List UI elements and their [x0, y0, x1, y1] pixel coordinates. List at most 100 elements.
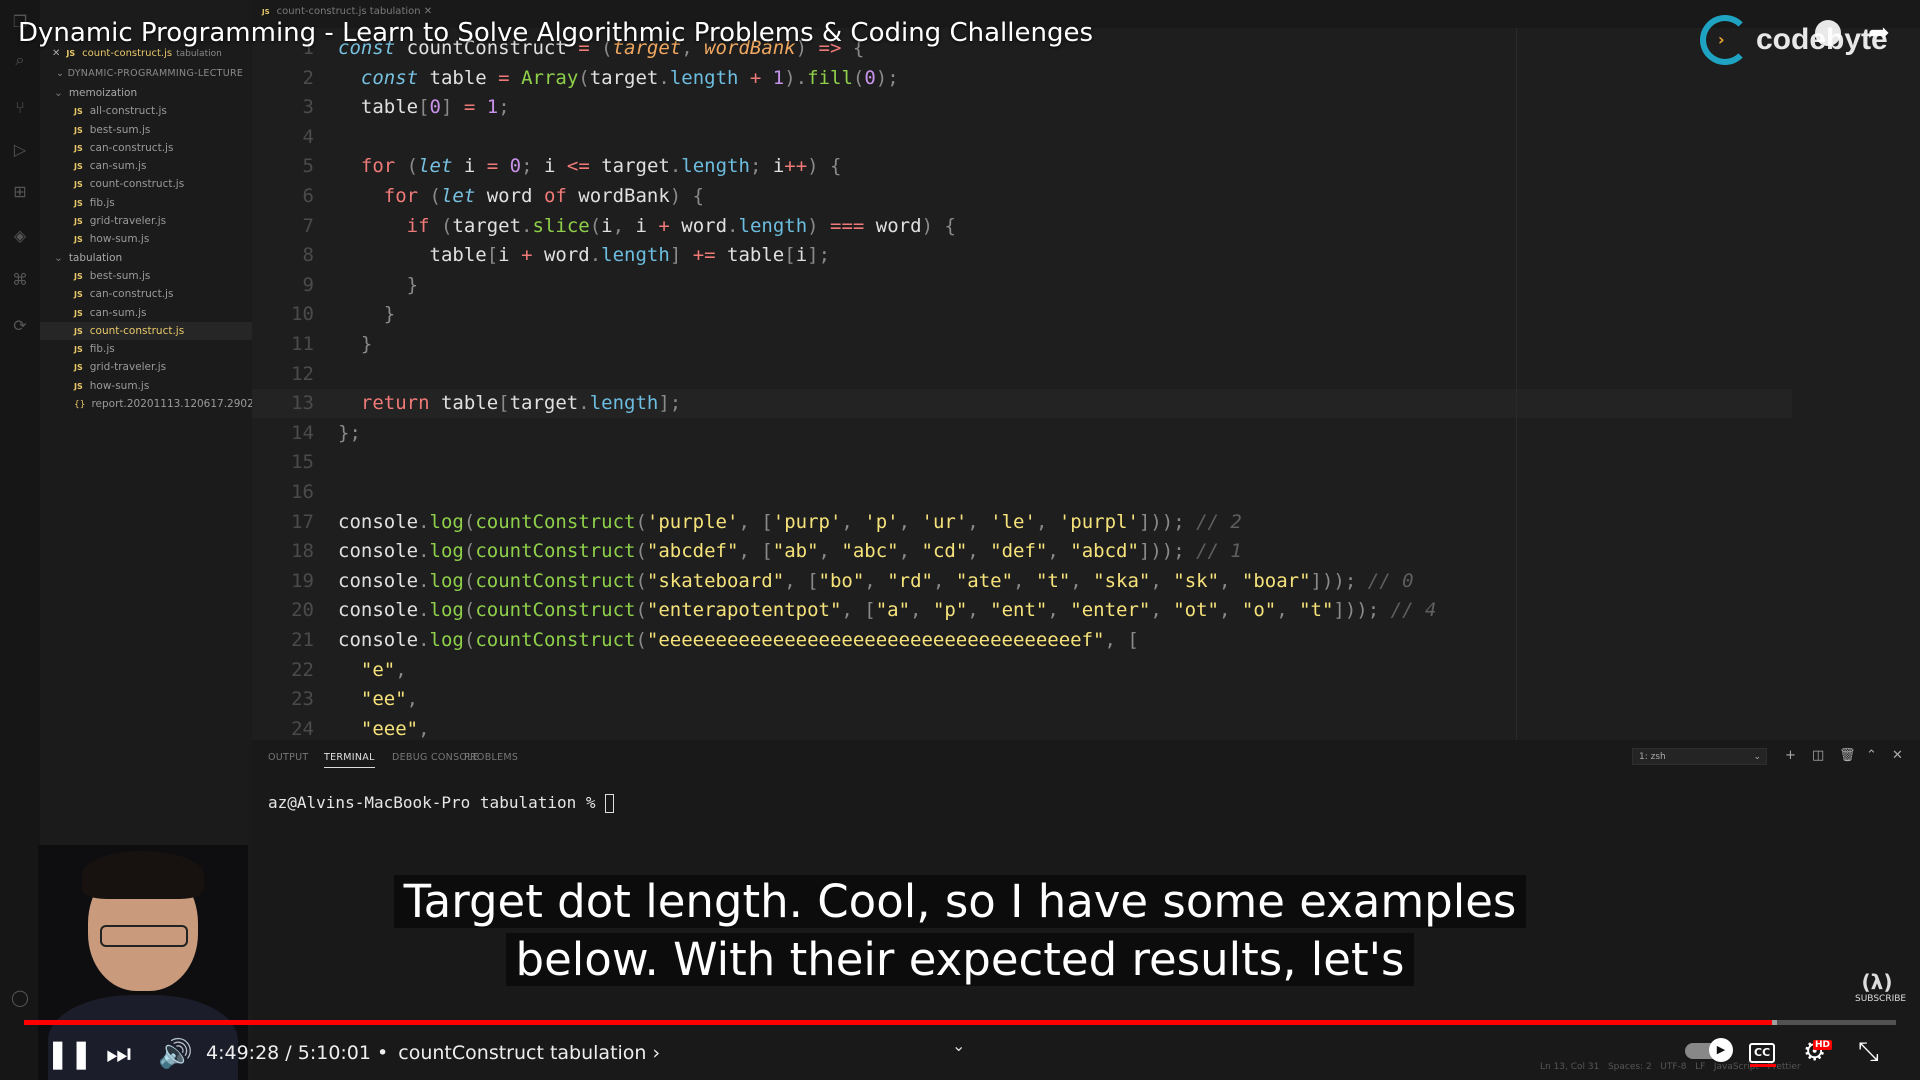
code-token: ,: [1150, 569, 1174, 592]
code-token: (: [463, 569, 476, 592]
tree-file[interactable]: JS count-construct.js: [40, 321, 252, 341]
chevron-down-icon[interactable]: ⌄: [952, 1036, 965, 1055]
code-editor[interactable]: 1 const countConstruct = (target, wordBan…: [252, 28, 1920, 740]
extensions-icon[interactable]: ⊞: [10, 182, 30, 202]
code-line[interactable]: 10 }: [252, 300, 1792, 329]
code-token: target: [452, 214, 522, 237]
code-line[interactable]: 23 "ee",: [252, 685, 1792, 714]
tree-folder[interactable]: tabulation: [40, 249, 252, 267]
code-token: target: [601, 155, 670, 178]
code-token: console: [338, 510, 419, 533]
tree-file[interactable]: JS can-sum.js: [40, 304, 252, 322]
code-line[interactable]: 21 console.log(countConstruct("eeeeeeeeee…: [252, 626, 1792, 655]
run-debug-icon[interactable]: ▷: [10, 140, 30, 160]
tree-file[interactable]: JS all-construct.js: [40, 102, 252, 120]
channel-brand[interactable]: › codebyte: [1700, 12, 1888, 68]
code-token: "ent": [990, 599, 1048, 622]
code-line[interactable]: 15: [252, 448, 1792, 477]
code-line[interactable]: 4: [252, 123, 1792, 152]
code-line[interactable]: 9 }: [252, 271, 1792, 300]
tree-file[interactable]: JS grid-traveler.js: [40, 212, 252, 230]
share-icon[interactable]: ➦: [1868, 18, 1890, 48]
trash-icon[interactable]: 🗑: [1839, 748, 1856, 763]
code-line[interactable]: 17 console.log(countConstruct('purple', […: [252, 508, 1792, 537]
docker-icon[interactable]: ◈: [10, 226, 30, 246]
code-token: }: [338, 333, 373, 355]
panel-tab-terminal[interactable]: TERMINAL: [324, 752, 375, 768]
code-token: i: [543, 155, 567, 178]
code-token: (: [635, 569, 647, 592]
code-line[interactable]: 2 const table = Array(target.length + 1)…: [252, 64, 1792, 93]
code-token: for: [338, 155, 407, 178]
code-line[interactable]: 18 console.log(countConstruct("abcdef", […: [252, 537, 1792, 566]
tree-file[interactable]: JS how-sum.js: [40, 230, 252, 248]
js-file-icon: JS: [74, 107, 83, 117]
tree-file[interactable]: JS best-sum.js: [40, 121, 252, 139]
code-token: (: [463, 540, 476, 563]
tree-file[interactable]: JS count-construct.js: [40, 175, 252, 193]
split-terminal-icon[interactable]: ◫: [1812, 748, 1824, 763]
pause-icon[interactable]: ❚❚: [46, 1038, 93, 1070]
open-editor-item[interactable]: ✕ JS count-construct.js tabulation: [52, 48, 222, 59]
close-icon[interactable]: ✕: [52, 48, 60, 59]
code-token: 'ur': [921, 510, 968, 533]
editor-tab[interactable]: JS count-construct.js tabulation ✕: [262, 6, 432, 17]
maximize-panel-icon[interactable]: ⌃: [1866, 748, 1877, 763]
code-line[interactable]: 7 if (target.slice(i, i + word.length) =…: [252, 212, 1792, 241]
progress-bar[interactable]: [24, 1020, 1896, 1025]
code-line[interactable]: 22 "e",: [252, 656, 1792, 685]
code-line[interactable]: 14};: [252, 419, 1792, 448]
line-number: 23: [291, 688, 314, 711]
search-icon[interactable]: ⌕: [10, 50, 30, 70]
subscribe-watermark[interactable]: (λ) SUBSCRIBE: [1855, 970, 1906, 1004]
remote-icon[interactable]: ⌘: [10, 270, 30, 290]
tree-file[interactable]: JS grid-traveler.js: [40, 358, 252, 376]
close-panel-icon[interactable]: ✕: [1892, 748, 1903, 763]
video-title[interactable]: Dynamic Programming - Learn to Solve Alg…: [18, 18, 1093, 48]
code-line[interactable]: 12: [252, 360, 1792, 389]
source-control-icon[interactable]: ⑂: [10, 98, 30, 118]
code-token: table: [727, 244, 785, 267]
code-line[interactable]: 6 for (let word of wordBank) {: [252, 182, 1792, 211]
code-token: // 1: [1196, 540, 1242, 563]
code-token: ,: [967, 599, 991, 622]
tree-folder[interactable]: memoization: [40, 84, 252, 102]
live-share-icon[interactable]: ⟳: [10, 316, 30, 336]
code-token: .: [418, 569, 430, 592]
code-line[interactable]: 3 table[0] = 1;: [252, 93, 1792, 122]
next-icon[interactable]: ⏭: [106, 1038, 131, 1070]
code-line[interactable]: 5 for (let i = 0; i <= target.length; i+…: [252, 152, 1792, 181]
chapter-title[interactable]: countConstruct tabulation: [398, 1042, 646, 1064]
code-line[interactable]: 13 return table[target.length];: [252, 389, 1792, 419]
tree-file[interactable]: JS can-construct.js: [40, 285, 252, 303]
autoplay-toggle[interactable]: [1685, 1038, 1733, 1062]
panel-tab-problems[interactable]: PROBLEMS: [464, 752, 518, 763]
code-line[interactable]: 19 console.log(countConstruct("skateboard…: [252, 567, 1792, 596]
volume-icon[interactable]: 🔊: [158, 1038, 193, 1070]
project-folder-title[interactable]: ⌄ DYNAMIC-PROGRAMMING-LECTURE: [56, 68, 243, 79]
code-token: console: [338, 569, 419, 592]
code-token: 0: [864, 66, 876, 89]
new-terminal-icon[interactable]: +: [1785, 748, 1796, 763]
code-token: (: [463, 510, 476, 533]
watch-later-icon[interactable]: [1815, 20, 1841, 46]
tree-file[interactable]: JS fib.js: [40, 340, 252, 358]
tab-close-icon[interactable]: ✕: [424, 6, 432, 17]
code-line[interactable]: 20 console.log(countConstruct("enterapote…: [252, 596, 1792, 625]
tree-file[interactable]: JS how-sum.js: [40, 377, 252, 395]
code-line[interactable]: 11 }: [252, 330, 1792, 359]
account-icon[interactable]: ◯: [10, 988, 30, 1008]
terminal-selector[interactable]: 1: zsh ⌄: [1632, 748, 1767, 765]
code-line[interactable]: 16: [252, 478, 1792, 507]
tree-file[interactable]: {} report.20201113.120617.29022...: [40, 395, 270, 413]
tree-file[interactable]: JS can-sum.js: [40, 157, 252, 175]
terminal-prompt[interactable]: az@Alvins-MacBook-Pro tabulation %: [268, 793, 615, 813]
tree-file[interactable]: JS fib.js: [40, 194, 252, 212]
code-token: countConstruct: [475, 599, 636, 622]
panel-tab-output[interactable]: OUTPUT: [268, 752, 309, 763]
code-line[interactable]: 8 table[i + word.length] += table[i];: [252, 241, 1792, 270]
exit-fullscreen-icon[interactable]: ⤡: [1858, 1036, 1879, 1068]
tree-file[interactable]: JS can-construct.js: [40, 139, 252, 157]
tree-file[interactable]: JS best-sum.js: [40, 267, 252, 285]
captions-button[interactable]: CC: [1749, 1043, 1776, 1063]
